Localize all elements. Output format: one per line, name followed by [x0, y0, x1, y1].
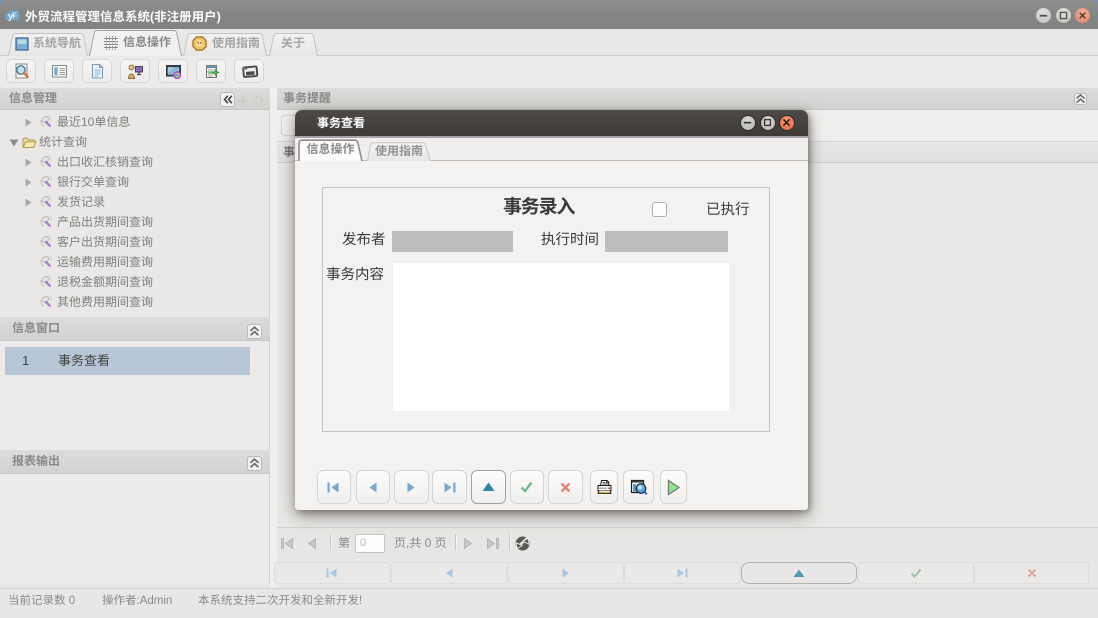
svg-text:F: F — [12, 12, 17, 21]
